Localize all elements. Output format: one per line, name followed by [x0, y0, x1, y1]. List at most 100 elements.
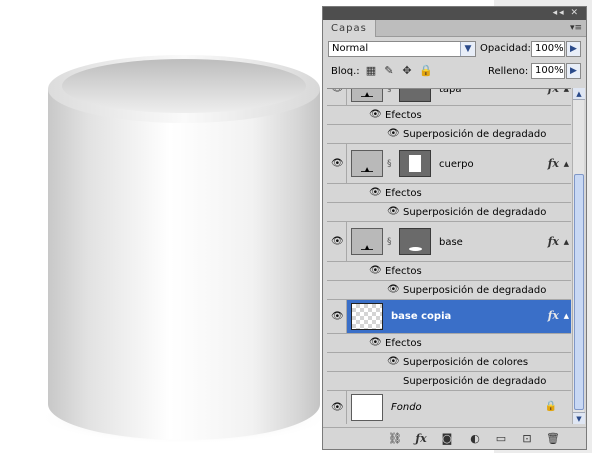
collapse-icon[interactable]: ◂◂ ✕	[553, 7, 580, 20]
expand-icon[interactable]: ▲	[564, 312, 569, 320]
lock-label: Bloq.:	[331, 66, 360, 77]
effect-row[interactable]: 👁 Superposición de degradado	[327, 125, 571, 144]
lock-icon: 🔒	[544, 401, 557, 412]
link-layers-icon[interactable]: ⛓	[387, 432, 403, 446]
layer-marker: ▲	[361, 92, 373, 98]
layer-thumbnail: ▲	[351, 150, 383, 177]
new-layer-icon[interactable]: ⊡	[519, 432, 535, 446]
effects-row[interactable]: 👁 Efectos	[327, 334, 571, 353]
eye-icon[interactable]: 👁	[331, 89, 344, 94]
fill-slider-button[interactable]: ▶	[566, 63, 581, 79]
cylinder-artwork	[38, 55, 322, 444]
eye-icon[interactable]: 👁	[331, 402, 344, 413]
effect-row[interactable]: 👁 Superposición de degradado	[327, 281, 571, 300]
opacity-label: Opacidad:	[480, 43, 531, 54]
layer-row-base-copia[interactable]: 👁 base copia fx ▲	[327, 300, 571, 334]
eye-icon[interactable]: 👁	[387, 128, 400, 139]
fill-label: Relleno:	[488, 66, 529, 77]
panel-titlebar[interactable]: ◂◂ ✕	[323, 7, 586, 20]
effect-row-hidden[interactable]: Superposición de degradado	[327, 372, 571, 391]
opacity-input[interactable]: 100%	[531, 41, 565, 57]
layer-marker: ▲	[361, 167, 373, 173]
lock-image-icon[interactable]: ✎	[383, 65, 395, 77]
effect-label: Superposición de degradado	[403, 129, 547, 140]
eye-icon[interactable]: 👁	[331, 311, 344, 322]
tab-capas[interactable]: Capas	[323, 20, 376, 37]
effect-row[interactable]: 👁 Superposición de colores	[327, 353, 571, 372]
new-group-icon[interactable]: ▭	[493, 432, 509, 446]
eye-icon[interactable]: 👁	[369, 109, 382, 120]
layer-name: cuerpo	[439, 159, 474, 170]
fx-icon[interactable]: fx	[548, 309, 559, 322]
effects-label: Efectos	[385, 110, 422, 121]
layer-name: Fondo	[391, 402, 422, 413]
eye-icon[interactable]: 👁	[331, 158, 344, 169]
layer-thumbnail: ▲	[351, 89, 383, 102]
layer-thumbnail	[351, 303, 383, 330]
effects-row[interactable]: 👁 Efectos	[327, 262, 571, 281]
blend-row: Normal ▼ Opacidad: 100% ▶	[323, 37, 586, 59]
add-mask-icon[interactable]: ◙	[439, 432, 455, 446]
eye-icon[interactable]: 👁	[387, 356, 400, 367]
opacity-slider-button[interactable]: ▶	[566, 41, 581, 57]
effects-label: Efectos	[385, 188, 422, 199]
visibility-toggle[interactable]: 👁	[327, 300, 347, 333]
eye-icon[interactable]: 👁	[387, 284, 400, 295]
mask-shape	[409, 247, 422, 251]
expand-icon[interactable]: ▲	[564, 89, 569, 93]
expand-icon[interactable]: ▲	[564, 238, 569, 246]
effect-label: Superposición de degradado	[403, 285, 547, 296]
lock-transparency-icon[interactable]: ▦	[365, 65, 377, 77]
trash-icon[interactable]: 🗑	[545, 432, 561, 446]
eye-icon[interactable]: 👁	[369, 337, 382, 348]
link-icon: §	[387, 88, 392, 94]
lock-position-icon[interactable]: ✥	[401, 65, 413, 77]
scroll-up-icon[interactable]: ▲	[573, 88, 585, 100]
blend-mode-select[interactable]: Normal ▼	[328, 41, 476, 57]
layer-name: tapa	[439, 88, 462, 95]
expand-icon[interactable]: ▲	[564, 160, 569, 168]
visibility-toggle[interactable]: 👁	[327, 222, 347, 261]
layer-row-fondo[interactable]: 👁 Fondo 🔒	[327, 391, 571, 424]
mask-thumbnail	[399, 150, 431, 177]
effects-row[interactable]: 👁 Efectos	[327, 184, 571, 203]
eye-icon[interactable]: 👁	[369, 187, 382, 198]
add-style-icon[interactable]: ƒx	[413, 432, 429, 446]
scroll-thumb[interactable]	[574, 174, 584, 410]
visibility-toggle[interactable]: 👁	[327, 89, 347, 105]
lock-all-icon[interactable]: 🔒	[419, 65, 433, 77]
fx-icon[interactable]: fx	[548, 235, 559, 248]
lock-row: Bloq.: ▦ ✎ ✥ 🔒 Relleno: 100% ▶	[323, 59, 586, 83]
mask-shape	[409, 155, 421, 172]
layer-marker: ▲	[361, 245, 373, 251]
eye-icon[interactable]: 👁	[331, 236, 344, 247]
fill-input[interactable]: 100%	[531, 63, 565, 79]
document-canvas[interactable]	[0, 0, 322, 453]
layers-panel: ◂◂ ✕ Capas ▾≡ Normal ▼ Opacidad: 100% ▶ …	[322, 6, 587, 450]
panel-tab-row: Capas ▾≡	[323, 20, 586, 37]
fx-icon[interactable]: fx	[548, 157, 559, 170]
link-icon: §	[387, 159, 392, 169]
adjustment-layer-icon[interactable]: ◐	[467, 432, 483, 446]
scroll-down-icon[interactable]: ▼	[573, 412, 585, 424]
layer-name: base copia	[391, 311, 452, 322]
fx-icon[interactable]: fx	[548, 89, 559, 95]
effect-row[interactable]: 👁 Superposición de degradado	[327, 203, 571, 222]
chevron-down-icon[interactable]: ▼	[460, 42, 475, 56]
layer-name: base	[439, 237, 463, 248]
eye-icon[interactable]: 👁	[369, 265, 382, 276]
layer-thumbnail	[351, 394, 383, 421]
layer-row-cuerpo[interactable]: 👁 ▲ § cuerpo fx ▲	[327, 144, 571, 184]
panel-menu-icon[interactable]: ▾≡	[570, 23, 582, 33]
eye-icon[interactable]: 👁	[387, 206, 400, 217]
mask-thumbnail	[399, 89, 431, 102]
effect-label: Superposición de colores	[403, 357, 529, 368]
layer-row-tapa[interactable]: 👁 ▲ § tapa fx ▲	[327, 88, 571, 106]
visibility-toggle[interactable]: 👁	[327, 391, 347, 424]
effects-row[interactable]: 👁 Efectos	[327, 106, 571, 125]
layers-scrollbar[interactable]: ▲ ▼	[572, 88, 585, 424]
layer-row-base[interactable]: 👁 ▲ § base fx ▲	[327, 222, 571, 262]
effect-label: Superposición de degradado	[403, 376, 547, 387]
layers-toolbar: ⛓ ƒx ◙ ◐ ▭ ⊡ 🗑	[323, 427, 586, 449]
visibility-toggle[interactable]: 👁	[327, 144, 347, 183]
